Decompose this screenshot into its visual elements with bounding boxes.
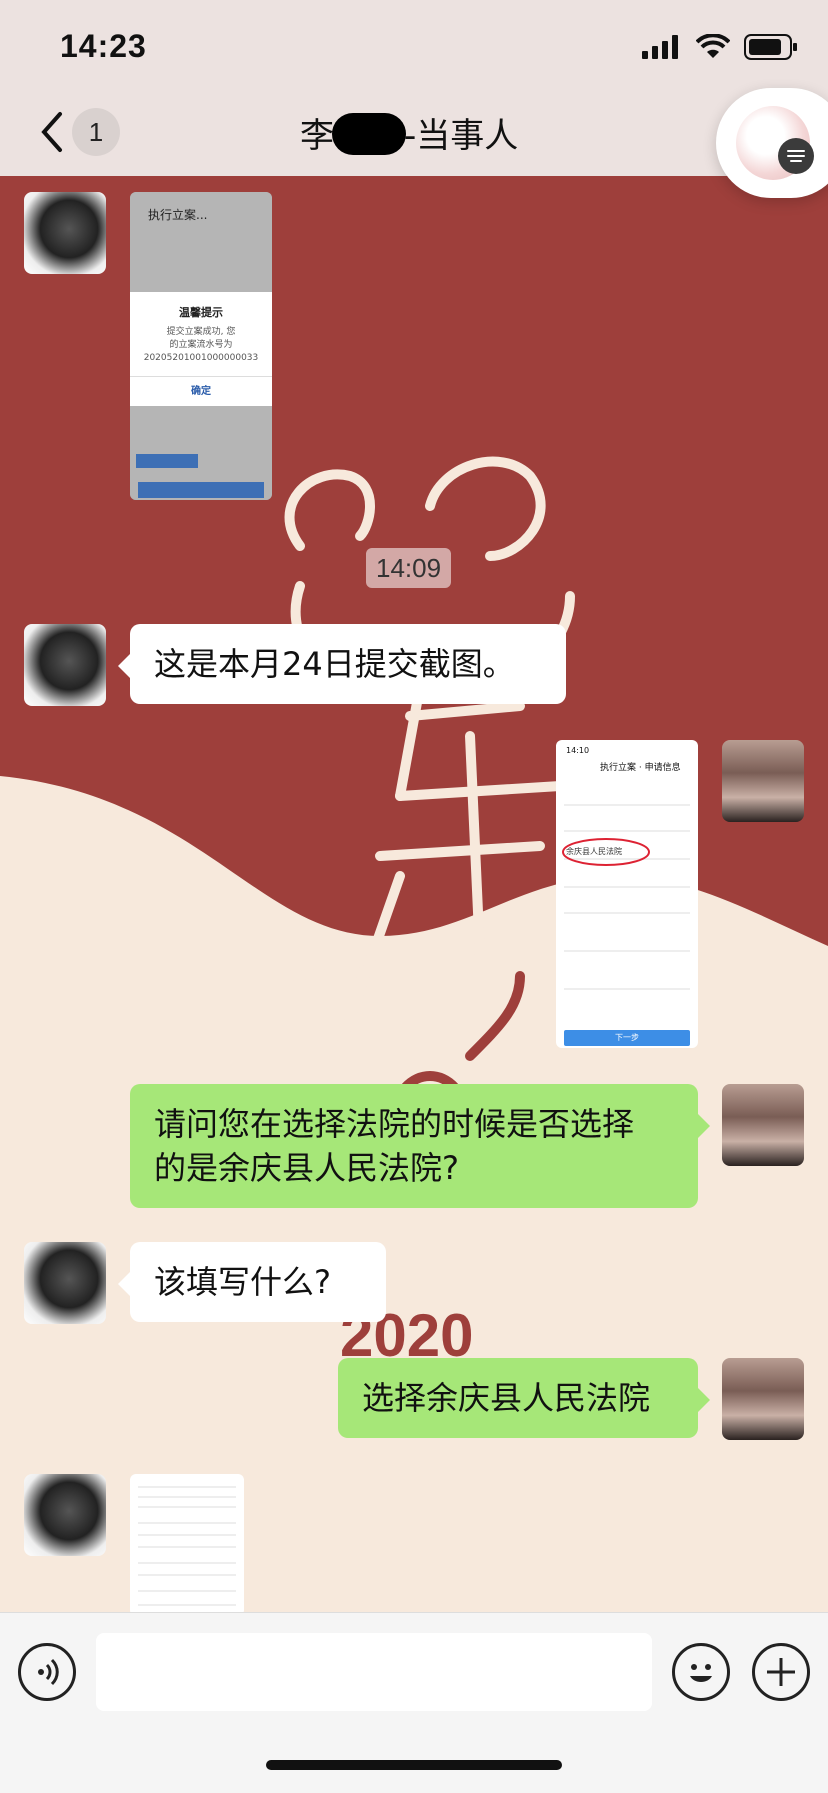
signal-icon	[642, 35, 678, 59]
dialog-title: 温馨提示	[179, 306, 223, 319]
screenshot-header: 执行立案...	[148, 208, 208, 222]
screenshot-time: 14:10	[566, 746, 590, 755]
plus-icon[interactable]	[752, 1643, 810, 1701]
dialog-divider	[130, 376, 272, 377]
image-message[interactable]	[130, 1474, 244, 1612]
status-time: 14:23	[60, 28, 147, 64]
screenshot-submit-button	[138, 482, 264, 498]
redacted-name	[332, 113, 406, 155]
screenshot-header: 执行立案 · 申请信息	[600, 763, 681, 773]
screenshot-blue-button	[136, 454, 198, 468]
message-bubble-right[interactable]: 请问您在选择法院的时候是否选择 的是余庆县人民法院?	[130, 1084, 710, 1208]
contact-avatar[interactable]	[24, 1242, 106, 1324]
self-avatar[interactable]	[722, 740, 804, 822]
emoji-icon[interactable]	[672, 1643, 730, 1701]
dialog-box: 温馨提示 提交立案成功, 您 的立案流水号为 20205201001000000…	[130, 292, 272, 406]
top-bar: 14:23 1 李 -当事人	[0, 0, 828, 176]
chat-title-suffix: -当事人	[404, 116, 519, 156]
contact-avatar[interactable]	[24, 624, 106, 706]
status-icons	[642, 34, 798, 60]
chevron-left-icon[interactable]	[36, 108, 68, 156]
message-input[interactable]	[96, 1633, 652, 1711]
voice-icon[interactable]	[18, 1643, 76, 1701]
self-avatar[interactable]	[722, 1358, 804, 1440]
screenshot-next-button: 下一步	[564, 1030, 690, 1046]
floating-window-bubble[interactable]	[716, 88, 828, 198]
self-avatar[interactable]	[722, 1084, 804, 1166]
message-line: 请问您在选择法院的时候是否选择	[154, 1105, 635, 1143]
home-indicator	[266, 1760, 562, 1770]
chat-title-prefix: 李	[300, 116, 334, 156]
menu-icon[interactable]	[778, 138, 814, 174]
unread-count-badge[interactable]: 1	[72, 108, 120, 156]
message-bubble-left[interactable]: 该填写什么?	[118, 1242, 386, 1322]
wifi-icon	[696, 34, 730, 58]
message-line: 的是余庆县人民法院?	[154, 1149, 459, 1187]
red-circle-annotation	[562, 838, 650, 866]
message-bubble-left[interactable]: 这是本月24日提交截图。	[118, 624, 566, 704]
dialog-confirm-button: 确定	[191, 386, 211, 397]
dialog-body: 提交立案成功, 您 的立案流水号为 20205201001000000033	[143, 327, 259, 363]
contact-avatar[interactable]	[24, 192, 106, 274]
chat-title: 李 -当事人	[300, 108, 518, 157]
image-message[interactable]: 14:10 执行立案 · 申请信息 余庆县人民法院 下一步	[556, 740, 698, 1048]
image-message[interactable]: 执行立案... 温馨提示 提交立案成功, 您 的立案流水号为 202052010…	[130, 192, 272, 500]
chat-messages[interactable]: 执行立案... 温馨提示 提交立案成功, 您 的立案流水号为 202052010…	[0, 176, 828, 1612]
message-timestamp: 14:09	[366, 548, 452, 588]
contact-avatar[interactable]	[24, 1474, 106, 1556]
battery-icon	[744, 34, 797, 60]
message-bubble-right[interactable]: 选择余庆县人民法院	[338, 1358, 710, 1438]
